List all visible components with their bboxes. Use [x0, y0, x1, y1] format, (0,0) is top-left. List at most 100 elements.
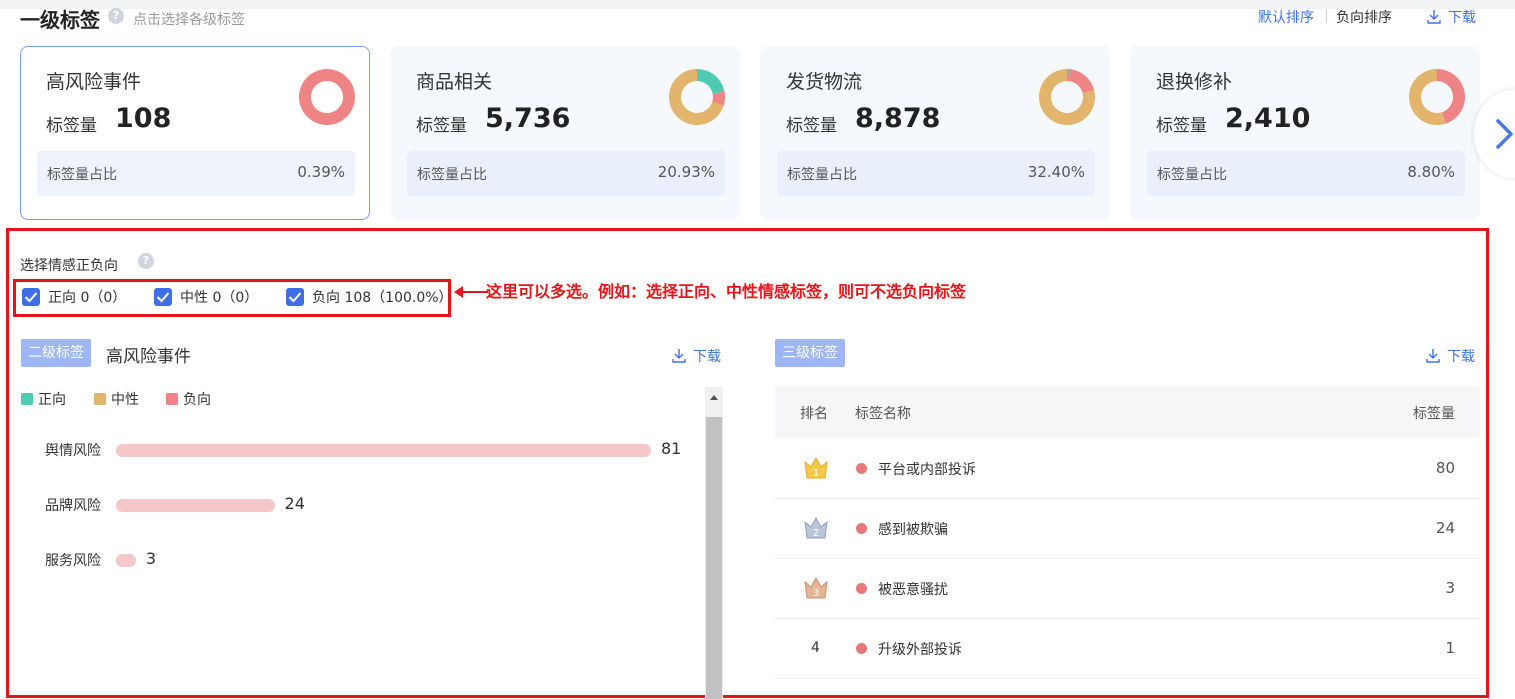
card-count-label: 标签量 — [46, 116, 97, 136]
card-name: 发货物流 — [786, 71, 863, 93]
sort-negative-button[interactable]: 负向排序 — [1336, 7, 1392, 27]
bar-label: 服务风险 — [45, 553, 101, 569]
level3-download-button[interactable]: 下载 — [1425, 346, 1475, 366]
ratio-label: 标签量占比 — [47, 167, 117, 183]
legend-neutral[interactable]: 中性 — [94, 389, 139, 409]
rank-crown-icon: 2 — [804, 516, 828, 539]
tag-count: 24 — [1435, 519, 1455, 537]
donut-chart — [299, 69, 355, 125]
card-count: 2,410 — [1225, 103, 1311, 134]
legend-label: 正向 — [38, 392, 66, 408]
level2-name: 高风险事件 — [106, 347, 191, 367]
negative-dot — [856, 523, 867, 534]
card-ratio-box: 标签量占比 0.39% — [37, 151, 355, 196]
ratio-label: 标签量占比 — [787, 167, 857, 183]
checkbox-label: 负向 108（100.0%） — [312, 290, 453, 306]
legend-swatch — [94, 393, 106, 405]
card-count-label: 标签量 — [786, 116, 837, 136]
column-name: 标签名称 — [855, 406, 911, 422]
checkbox-positive[interactable]: 正向 0（0） — [22, 287, 126, 307]
tag-count: 80 — [1435, 459, 1455, 477]
bar[interactable] — [116, 444, 651, 457]
table-row[interactable]: 4 升级外部投诉 1 — [775, 619, 1480, 679]
tag-count: 1 — [1445, 639, 1455, 657]
bar[interactable] — [116, 499, 275, 512]
card-returns[interactable]: 退换修补 标签量 2,410 标签量占比 8.80% — [1130, 46, 1480, 220]
card-name: 退换修补 — [1156, 71, 1233, 93]
help-icon[interactable]: ? — [108, 8, 124, 24]
legend-positive[interactable]: 正向 — [21, 389, 66, 409]
rank-crown-icon: 3 — [804, 576, 828, 599]
level2-pill: 二级标签 — [21, 339, 91, 367]
card-count-label: 标签量 — [1156, 116, 1207, 136]
negative-dot — [856, 583, 867, 594]
rank-number: 4 — [811, 640, 820, 656]
next-cards-button[interactable] — [1474, 90, 1515, 178]
bar-label: 品牌风险 — [45, 498, 101, 514]
table-row[interactable]: 1 平台或内部投诉 80 — [775, 439, 1480, 499]
ratio-value: 0.39% — [297, 163, 345, 181]
legend-swatch — [166, 393, 178, 405]
help-icon[interactable]: ? — [138, 253, 154, 269]
bar-value-label: 81 — [661, 439, 682, 458]
tag-name: 感到被欺骗 — [878, 522, 948, 538]
checkbox-checked-icon — [22, 288, 40, 306]
checkbox-label: 中性 0（0） — [180, 290, 259, 306]
rank-crown-icon: 1 — [804, 456, 828, 479]
ratio-value: 8.80% — [1407, 163, 1455, 181]
download-button[interactable]: 下载 — [1426, 7, 1476, 27]
tag-name: 被恶意骚扰 — [878, 582, 948, 598]
scrollbar[interactable] — [705, 387, 723, 699]
donut-slice-negative — [299, 69, 355, 125]
donut-slice-negative — [1068, 69, 1095, 94]
donut-chart — [1409, 69, 1465, 125]
download-icon — [1426, 349, 1440, 363]
ratio-label: 标签量占比 — [417, 167, 487, 183]
page-title: 一级标签 — [20, 8, 100, 32]
bar[interactable] — [116, 554, 136, 567]
bar-value-label: 3 — [145, 549, 156, 568]
negative-dot — [856, 643, 867, 654]
legend-label: 负向 — [183, 392, 211, 408]
scroll-thumb[interactable] — [706, 417, 722, 699]
card-ratio-box: 标签量占比 20.93% — [407, 151, 725, 196]
legend-negative[interactable]: 负向 — [166, 389, 211, 409]
download-icon — [1427, 10, 1441, 24]
card-high-risk[interactable]: 高风险事件 标签量 108 标签量占比 0.39% — [20, 46, 370, 220]
donut-chart — [669, 69, 725, 125]
tag-name: 升级外部投诉 — [878, 642, 962, 658]
level2-download-button[interactable]: 下载 — [671, 346, 721, 366]
negative-dot — [856, 463, 867, 474]
column-count[interactable]: 标签量 — [1413, 403, 1455, 423]
bar-label: 舆情风险 — [45, 443, 101, 459]
scroll-up-icon[interactable] — [705, 387, 723, 409]
card-logistics[interactable]: 发货物流 标签量 8,878 标签量占比 32.40% — [760, 46, 1110, 220]
donut-slice-positive — [697, 69, 725, 95]
table-row[interactable]: 2 感到被欺骗 24 — [775, 499, 1480, 559]
rank-number: 2 — [813, 528, 819, 539]
card-name: 高风险事件 — [46, 71, 142, 93]
card-ratio-box: 标签量占比 32.40% — [777, 151, 1095, 196]
ratio-value: 32.40% — [1027, 163, 1085, 181]
rank-number: 3 — [813, 588, 819, 599]
tag-count: 3 — [1445, 579, 1455, 597]
column-rank: 排名 — [800, 406, 828, 422]
ratio-label: 标签量占比 — [1157, 167, 1227, 183]
legend-label: 中性 — [111, 392, 139, 408]
donut-chart — [1039, 69, 1095, 125]
bar-value-label: 24 — [284, 494, 305, 513]
rank-number: 1 — [813, 468, 819, 479]
card-count: 8,878 — [855, 103, 941, 134]
annotation-text: 这里可以多选。例如：选择正向、中性情感标签，则可不选负向标签 — [486, 282, 967, 301]
checkbox-negative[interactable]: 负向 108（100.0%） — [286, 287, 453, 307]
card-product[interactable]: 商品相关 标签量 5,736 标签量占比 20.93% — [390, 46, 740, 220]
card-ratio-box: 标签量占比 8.80% — [1147, 151, 1465, 196]
card-name: 商品相关 — [416, 71, 493, 93]
checkbox-neutral[interactable]: 中性 0（0） — [154, 287, 258, 307]
table-row[interactable]: 3 被恶意骚扰 3 — [775, 559, 1480, 619]
sort-divider — [1326, 9, 1327, 23]
legend-swatch — [21, 393, 33, 405]
download-label: 下载 — [1447, 349, 1475, 365]
download-label: 下载 — [693, 349, 721, 365]
sort-default-button[interactable]: 默认排序 — [1258, 7, 1314, 27]
